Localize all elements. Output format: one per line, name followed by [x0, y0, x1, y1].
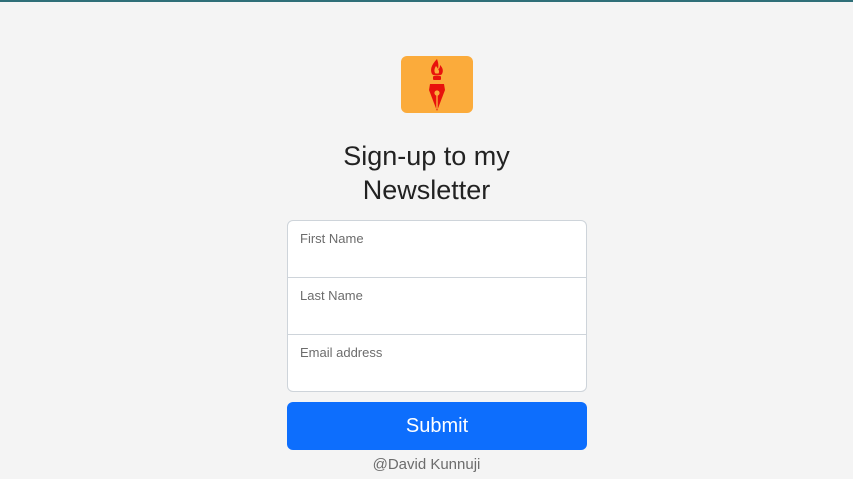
- last-name-input[interactable]: [300, 306, 574, 328]
- footer-credit: @David Kunnuji: [372, 456, 481, 473]
- first-name-label: First Name: [300, 231, 364, 246]
- logo: [401, 56, 473, 113]
- email-field[interactable]: Email address: [288, 335, 586, 391]
- submit-button[interactable]: Submit: [287, 402, 587, 450]
- signup-form: First Name Last Name Email address: [287, 220, 587, 392]
- top-border: [0, 0, 853, 2]
- page-title-line2: Newsletter: [362, 175, 491, 205]
- last-name-label: Last Name: [300, 288, 363, 303]
- page-title: Sign-up to my Newsletter: [0, 139, 853, 207]
- first-name-input[interactable]: [300, 249, 574, 271]
- page-title-line1: Sign-up to my: [343, 141, 510, 171]
- first-name-field[interactable]: First Name: [288, 221, 586, 278]
- last-name-field[interactable]: Last Name: [288, 278, 586, 335]
- email-label: Email address: [300, 345, 383, 360]
- email-input[interactable]: [300, 364, 574, 386]
- fountain-pen-flame-icon: [429, 58, 445, 111]
